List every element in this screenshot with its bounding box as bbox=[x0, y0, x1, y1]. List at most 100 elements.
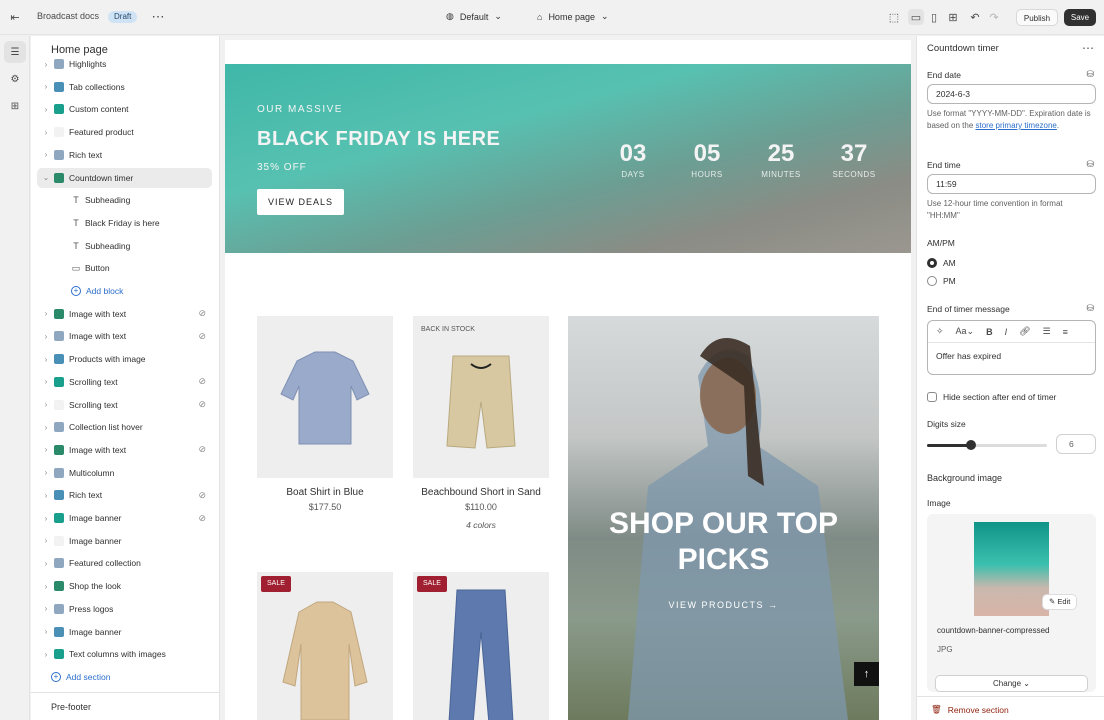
exit-icon[interactable]: ⇤ bbox=[7, 9, 23, 25]
settings-gear-icon[interactable]: ⚙ bbox=[4, 68, 26, 90]
tree-item[interactable]: › Featured collection bbox=[37, 553, 212, 573]
mobile-icon[interactable]: ▯ bbox=[926, 9, 942, 25]
tree-item[interactable]: › Image with text ⊘ bbox=[37, 440, 212, 460]
chevron-right-icon[interactable]: › bbox=[41, 491, 51, 500]
chevron-right-icon[interactable]: › bbox=[41, 105, 51, 114]
countdown-hero-banner[interactable]: OUR MASSIVE BLACK FRIDAY IS HERE 35% OFF… bbox=[225, 64, 911, 253]
hidden-eye-icon[interactable]: ⊘ bbox=[198, 399, 206, 410]
more-icon[interactable]: ⋯ bbox=[150, 9, 166, 25]
tree-item[interactable]: › Scrolling text ⊘ bbox=[37, 395, 212, 415]
ai-sparkle-icon[interactable]: ✧ bbox=[936, 326, 944, 337]
chevron-down-icon[interactable]: ⌄ bbox=[41, 173, 51, 182]
hidden-eye-icon[interactable]: ⊘ bbox=[198, 444, 206, 455]
tree-item[interactable]: › Tab collections bbox=[37, 77, 212, 97]
slider-handle[interactable] bbox=[966, 440, 977, 450]
chevron-right-icon[interactable]: › bbox=[41, 309, 51, 318]
end-time-field[interactable]: 11:59 bbox=[927, 174, 1096, 194]
chevron-right-icon[interactable]: › bbox=[41, 82, 51, 91]
tree-item[interactable]: › Text columns with images bbox=[37, 644, 212, 664]
hidden-eye-icon[interactable]: ⊘ bbox=[198, 490, 206, 501]
product-card[interactable]: BACK IN STOCK Beachbound Short in Sand $… bbox=[413, 316, 549, 530]
tree-item[interactable]: › Image with text ⊘ bbox=[37, 326, 212, 346]
chevron-right-icon[interactable]: › bbox=[41, 468, 51, 477]
chevron-right-icon[interactable]: › bbox=[41, 60, 51, 69]
inspector-icon[interactable]: ⬚ bbox=[886, 9, 902, 25]
hidden-eye-icon[interactable]: ⊘ bbox=[198, 308, 206, 319]
redo-icon[interactable]: ↷ bbox=[986, 9, 1002, 25]
hidden-eye-icon[interactable]: ⊘ bbox=[198, 513, 206, 524]
pm-radio[interactable]: PM bbox=[927, 276, 956, 286]
chevron-right-icon[interactable]: › bbox=[41, 582, 51, 591]
chevron-right-icon[interactable]: › bbox=[41, 332, 51, 341]
tree-item[interactable]: T Black Friday is here bbox=[37, 213, 212, 233]
add-block-button[interactable]: + Add block bbox=[37, 281, 212, 301]
product-card[interactable]: SALE bbox=[257, 572, 393, 720]
fullscreen-icon[interactable]: ⊞ bbox=[945, 9, 961, 25]
add-section-button[interactable]: + Add section bbox=[37, 667, 212, 687]
remove-section-button[interactable]: 🗑︎ Remove section bbox=[931, 704, 1009, 715]
dynamic-source-icon[interactable]: ⛁ bbox=[1086, 159, 1094, 170]
sections-icon[interactable]: ☰ bbox=[4, 41, 26, 63]
tree-item[interactable]: › Products with image bbox=[37, 349, 212, 369]
am-radio[interactable]: AM bbox=[927, 258, 956, 268]
tree-item[interactable]: › Image with text ⊘ bbox=[37, 304, 212, 324]
publish-button[interactable]: Publish bbox=[1016, 9, 1058, 26]
timezone-link[interactable]: store primary timezone bbox=[976, 121, 1057, 130]
link-icon[interactable]: 🔗︎ bbox=[1019, 326, 1030, 337]
view-deals-button[interactable]: VIEW DEALS bbox=[257, 189, 344, 215]
desktop-icon[interactable]: ▭ bbox=[908, 9, 924, 25]
view-products-link[interactable]: VIEW PRODUCTS → bbox=[568, 600, 879, 610]
chevron-right-icon[interactable]: › bbox=[41, 400, 51, 409]
theme-selector[interactable]: ◍ Default ⌄ bbox=[446, 11, 502, 22]
page-selector[interactable]: ⌂ Home page ⌄ bbox=[537, 11, 609, 22]
chevron-right-icon[interactable]: › bbox=[41, 627, 51, 636]
tree-item[interactable]: T Subheading bbox=[37, 190, 212, 210]
dynamic-source-icon[interactable]: ⛁ bbox=[1086, 69, 1094, 80]
tree-item[interactable]: › Press logos bbox=[37, 599, 212, 619]
digits-size-slider[interactable] bbox=[927, 440, 1047, 450]
chevron-right-icon[interactable]: › bbox=[41, 377, 51, 386]
tree-item[interactable]: › Rich text bbox=[37, 145, 212, 165]
end-message-field[interactable]: Offer has expired bbox=[928, 343, 1095, 369]
save-button[interactable]: Save bbox=[1064, 9, 1096, 26]
chevron-right-icon[interactable]: › bbox=[41, 150, 51, 159]
apps-icon[interactable]: ⊞ bbox=[4, 95, 26, 117]
undo-icon[interactable]: ↶ bbox=[967, 9, 983, 25]
tree-item[interactable]: › Shop the look bbox=[37, 576, 212, 596]
change-image-button[interactable]: Change ⌄ bbox=[935, 675, 1088, 692]
chevron-right-icon[interactable]: › bbox=[41, 514, 51, 523]
product-card[interactable]: SALE bbox=[413, 572, 549, 720]
bullet-list-icon[interactable]: ☰ bbox=[1043, 326, 1051, 337]
dynamic-source-icon[interactable]: ⛁ bbox=[1086, 303, 1094, 314]
pre-footer-group[interactable]: Pre-footer bbox=[51, 702, 91, 712]
chevron-right-icon[interactable]: › bbox=[41, 355, 51, 364]
numbered-list-icon[interactable]: ≡ bbox=[1063, 327, 1068, 337]
bold-icon[interactable]: B bbox=[986, 327, 993, 337]
chevron-right-icon[interactable]: › bbox=[41, 536, 51, 545]
scroll-top-button[interactable]: ↑ bbox=[854, 662, 879, 686]
chevron-right-icon[interactable]: › bbox=[41, 128, 51, 137]
tree-item[interactable]: › Multicolumn bbox=[37, 463, 212, 483]
product-card[interactable]: Boat Shirt in Blue $177.50 bbox=[257, 316, 393, 512]
tree-item[interactable]: ⌄ Countdown timer bbox=[37, 167, 212, 188]
tree-item[interactable]: › Image banner bbox=[37, 531, 212, 551]
chevron-right-icon[interactable]: › bbox=[41, 559, 51, 568]
tree-item[interactable]: › Image banner bbox=[37, 622, 212, 642]
end-date-field[interactable]: 2024-6-3 bbox=[927, 84, 1096, 104]
digits-size-value[interactable]: 6 bbox=[1056, 434, 1096, 454]
tree-item[interactable]: › Image banner ⊘ bbox=[37, 508, 212, 528]
chevron-right-icon[interactable]: › bbox=[41, 423, 51, 432]
italic-icon[interactable]: I bbox=[1005, 327, 1008, 337]
more-icon[interactable]: ⋯ bbox=[1082, 41, 1094, 55]
edit-image-button[interactable]: ✎ Edit bbox=[1042, 594, 1078, 610]
hidden-eye-icon[interactable]: ⊘ bbox=[198, 376, 206, 387]
tree-item[interactable]: › Collection list hover bbox=[37, 417, 212, 437]
hide-section-checkbox[interactable]: Hide section after end of timer bbox=[927, 392, 1056, 402]
tree-item[interactable]: › Custom content bbox=[37, 99, 212, 119]
image-thumbnail[interactable] bbox=[974, 522, 1049, 616]
tree-item[interactable]: › Rich text ⊘ bbox=[37, 485, 212, 505]
text-style-icon[interactable]: Aa⌄ bbox=[956, 326, 975, 337]
tree-item[interactable]: › Highlights bbox=[37, 54, 212, 74]
tree-item[interactable]: ▭ Button bbox=[37, 258, 212, 278]
chevron-right-icon[interactable]: › bbox=[41, 604, 51, 613]
